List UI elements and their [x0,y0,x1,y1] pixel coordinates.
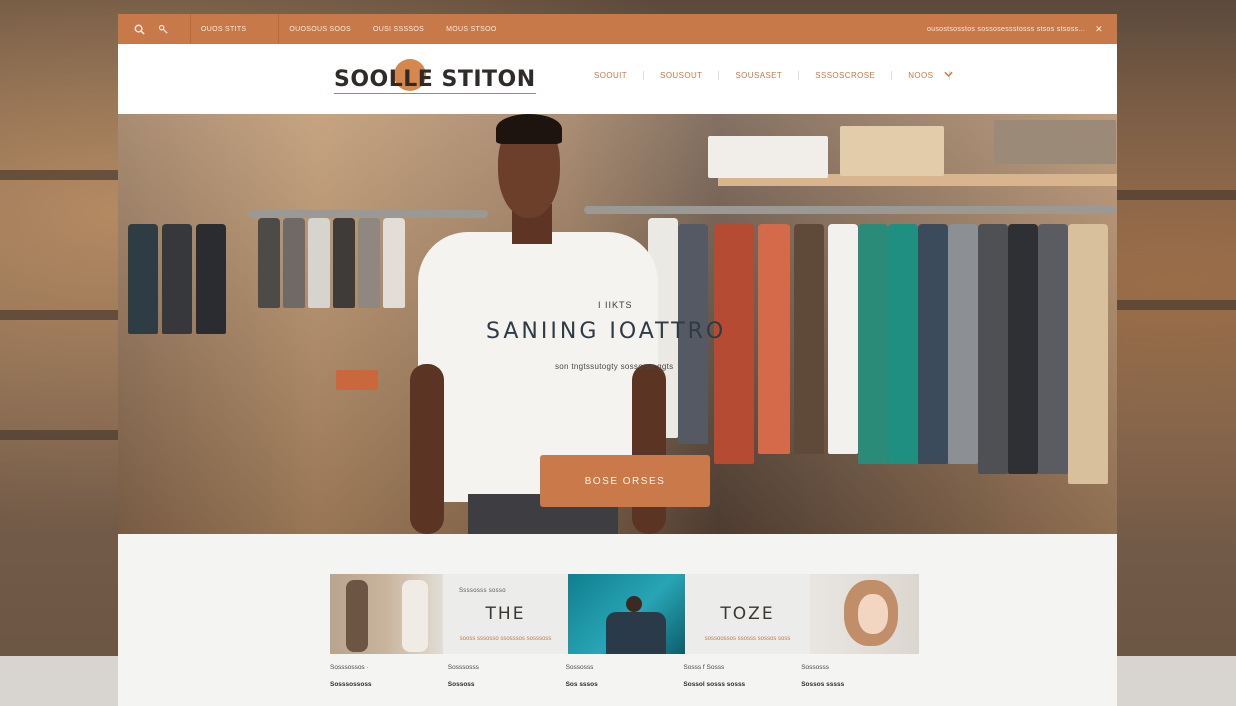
divider [278,14,280,44]
garment [333,218,355,308]
utility-link[interactable]: ousi ssssos [373,26,424,33]
nav-item[interactable]: SSSOSCROSE [799,71,893,80]
chevron-down-icon[interactable] [944,71,954,80]
men-fashion-image[interactable] [330,574,443,654]
featured-section: Ssssosss sosso THE sooss sssosso ssossso… [118,534,1117,706]
arm [632,364,666,534]
product-list: Sosssossos · Sosssossoss Sosssosss Sosso… [330,664,919,688]
product-name: Sos sssos [565,681,598,688]
logo-text: SOOLLE STITON [334,66,536,92]
model-face [858,594,888,634]
nav-item[interactable]: SOOUIT [578,71,645,80]
garment [794,224,824,454]
product-item[interactable]: Sosssossos · Sosssossoss [330,664,448,688]
garment [358,218,380,308]
backdrop-shelf [0,430,118,440]
garment [758,224,790,454]
product-item[interactable]: Sossosss Sos sssos [566,664,684,688]
close-icon[interactable]: ✕ [1095,24,1103,35]
utility-link[interactable]: ouosous soos [289,26,351,33]
utility-right: ousostsosstos sossosessstosss stsos stso… [927,24,1103,35]
site-header: SOOLLE STITON SOOUIT SOUSOUT SOUSASET SS… [118,44,1117,114]
garment [1008,224,1038,474]
garment [948,224,978,464]
garment [283,218,305,308]
hair [496,114,562,144]
promo-card-the[interactable]: Ssssosss sosso THE sooss sssosso ssossso… [443,574,568,654]
garment [714,224,754,464]
garment [978,224,1008,474]
logo-underline [334,93,536,94]
main-nav: SOOUIT SOUSOUT SOUSASET SSSOSCROSE NOOS [578,71,954,80]
hero-banner: I IIKTS SANIING IOATTRO son tngtssutogty… [118,114,1117,534]
backdrop-shelf [1117,190,1236,200]
divider [190,14,191,44]
website-frame: ouos stits ouosous soos ousi ssssos mous… [118,14,1117,706]
utility-bar: ouos stits ouosous soos ousi ssssos mous… [118,14,1117,44]
product-category: Sossosss [801,664,830,671]
hero-title: SANIING IOATTRO [486,319,727,344]
woman-portrait-image[interactable] [810,574,919,654]
backdrop-shelf [0,170,118,180]
nav-item[interactable]: SOUSASET [719,71,800,80]
card-caption: sossoossos ssosss sossos soss [704,636,791,642]
garment [1038,224,1068,474]
teal-shirt-image[interactable] [568,574,685,654]
garment [383,218,405,308]
product-category: Sossosss [565,664,594,671]
garment [828,224,858,454]
product-name: Sossos sssss [801,681,845,688]
card-title: TOZE [720,604,775,624]
model-figure [402,580,428,652]
account-text[interactable]: ousostsosstos sossosessstosss stsos stso… [927,26,1085,33]
arm [410,364,444,534]
product-category: Sosssosss [447,664,479,671]
nav-item[interactable]: NOOS [892,71,951,80]
featured-cards: Ssssosss sosso THE sooss sssosso ssossso… [330,574,919,654]
card-caption: sooss sssosso ssosssos sosssoss [459,636,552,642]
card-title: THE [485,604,526,624]
folded-clothes [336,370,378,390]
folded-clothes [708,136,828,178]
utility-link[interactable]: mous stsoo [446,26,496,33]
product-name: Sossoss [447,681,475,688]
backdrop-shelf [1117,300,1236,310]
folded-clothes [840,126,944,176]
garment [196,224,226,334]
product-item[interactable]: Sossosss Sossos sssss [801,664,919,688]
garment [308,218,330,308]
card-kicker: Ssssosss sosso [459,588,506,594]
product-category: Sosss f Sosss [683,664,725,671]
product-item[interactable]: Sosss f Sosss Sossol sosss sosss [683,664,801,688]
hero-kicker: I IIKTS [598,300,633,310]
garment [888,224,918,464]
folded-clothes [994,120,1116,164]
product-name: Sossol sosss sosss [683,681,746,688]
garment [918,224,948,464]
product-item[interactable]: Sosssosss Sossoss [448,664,566,688]
model-head [626,596,642,612]
product-category: Sosssossos · [330,664,369,671]
garment [128,224,158,334]
product-name: Sosssossoss [330,681,372,688]
hero-subtitle: son tngtssutogty sosso sa ggts [555,362,674,371]
utility-link[interactable]: ouos stits [201,26,246,33]
hero-cta-button[interactable]: BOSE ORSES [540,455,710,507]
model-figure [346,580,368,652]
nav-item[interactable]: SOUSOUT [644,71,720,80]
search-icon[interactable] [132,22,146,36]
site-logo[interactable]: SOOLLE STITON [334,59,536,96]
promo-card-toze[interactable]: TOZE sossoossos ssosss sossos soss [685,574,810,654]
garment [162,224,192,334]
wrench-icon[interactable] [156,22,170,36]
model-shirt [606,612,666,654]
garment [858,224,888,464]
garment [1068,224,1108,484]
backdrop-shelf [0,310,118,320]
garment [258,218,280,308]
